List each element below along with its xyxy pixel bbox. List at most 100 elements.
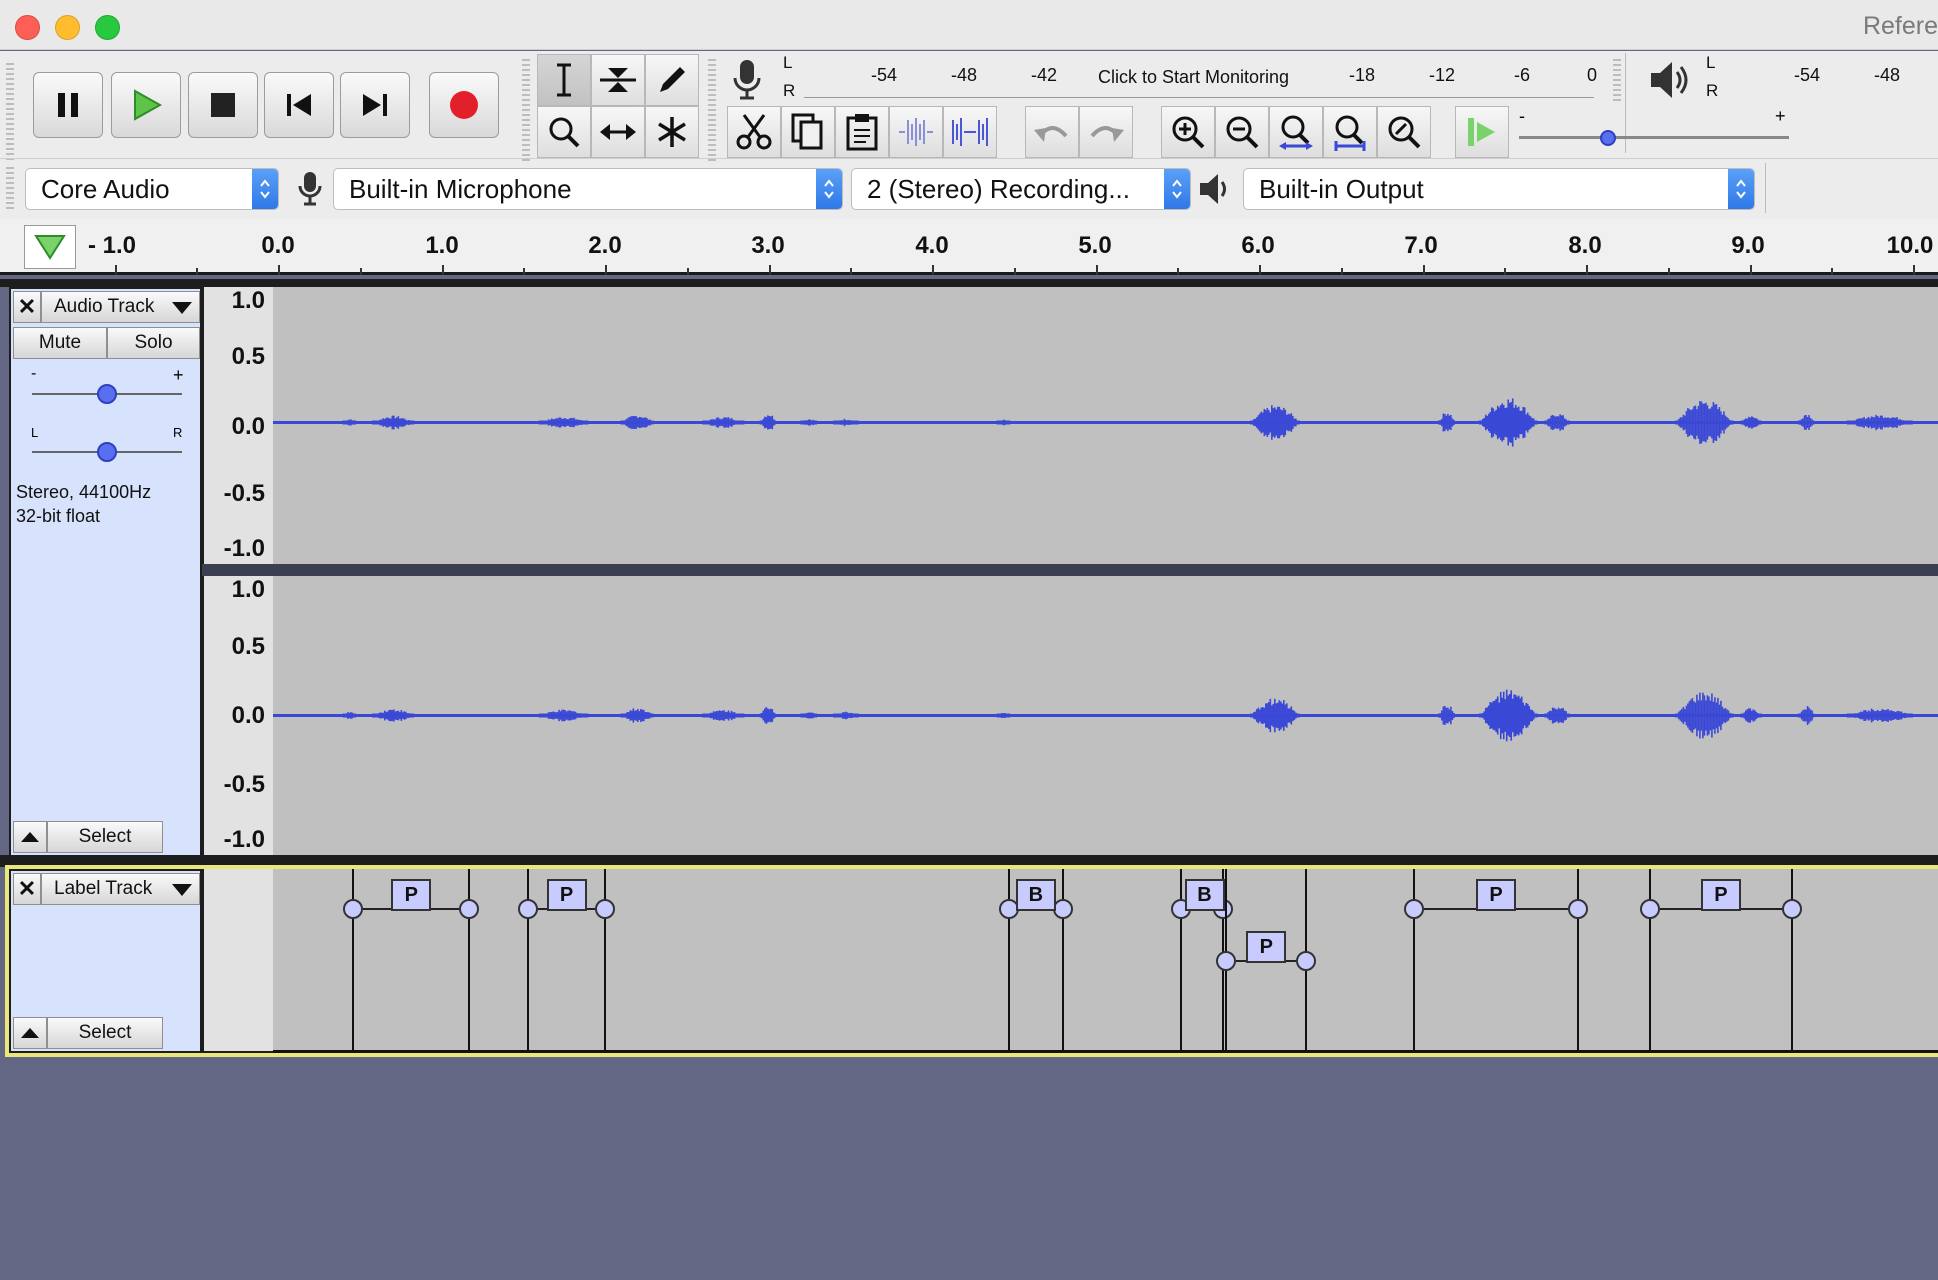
ruler-tick — [1340, 268, 1343, 275]
timeline-ruler[interactable]: - 1.0 0.0 1.0 2.0 3.0 4.0 5.0 6.0 7.0 8.… — [0, 219, 1938, 275]
track-menu-button[interactable]: Audio Track — [41, 291, 200, 323]
copy-button[interactable] — [781, 106, 835, 158]
zoom-out-button[interactable] — [1215, 106, 1269, 158]
pan-slider[interactable]: L R — [27, 425, 187, 465]
gain-slider[interactable]: - + — [27, 365, 187, 407]
meter-scale-label: -48 — [1873, 65, 1901, 85]
record-button[interactable] — [429, 72, 499, 138]
label-boundary[interactable] — [1648, 869, 1651, 1053]
playback-device-select[interactable]: Built-in Output — [1243, 168, 1755, 210]
label-handle[interactable] — [1567, 899, 1588, 919]
label-text[interactable]: P — [391, 879, 432, 911]
audio-host-value: Core Audio — [41, 173, 170, 204]
zoom-in-button[interactable] — [1161, 106, 1215, 158]
play-meter-button[interactable] — [1645, 56, 1695, 106]
label-handle[interactable] — [1404, 899, 1425, 919]
playback-speed-slider[interactable]: - + — [1515, 106, 1795, 158]
recording-device-select[interactable]: Built-in Microphone — [333, 168, 843, 210]
label-boundary[interactable] — [604, 869, 606, 1053]
ruler-label: - 1.0 — [87, 232, 137, 259]
silence-audio-button[interactable] — [943, 106, 997, 158]
label-boundary[interactable] — [468, 869, 471, 1053]
toolbar-grip[interactable] — [522, 59, 530, 164]
select-track-button[interactable]: Select — [47, 1017, 163, 1049]
slider-thumb[interactable] — [97, 442, 117, 462]
collapse-track-button[interactable] — [13, 1017, 47, 1049]
label-boundary[interactable] — [1413, 869, 1416, 1053]
cut-button[interactable] — [727, 106, 781, 158]
toolbar-grip[interactable] — [708, 59, 716, 164]
monitor-prompt[interactable]: Click to Start Monitoring — [1092, 67, 1296, 88]
collapse-track-button[interactable] — [13, 821, 47, 853]
label-track-control-panel[interactable]: ✕ Label Track Select — [9, 869, 202, 1053]
zoom-tool[interactable] — [537, 106, 591, 158]
draw-tool[interactable] — [645, 54, 699, 106]
label-handle[interactable] — [595, 899, 615, 919]
paste-button[interactable] — [835, 106, 889, 158]
label-boundary[interactable] — [352, 869, 355, 1053]
select-track-button[interactable]: Select — [47, 821, 163, 853]
fit-project-button[interactable] — [1323, 106, 1377, 158]
label-handle[interactable] — [518, 899, 539, 919]
play-meter[interactable]: -54 -48 — [1725, 51, 1938, 101]
label-text[interactable]: P — [1476, 879, 1517, 911]
audio-host-select[interactable]: Core Audio — [25, 168, 279, 210]
waveform-right-channel[interactable] — [273, 576, 1938, 855]
audio-track-control-panel[interactable]: ✕ Audio Track Mute Solo - + L R Stereo, … — [9, 287, 202, 857]
label-text[interactable]: P — [546, 879, 587, 911]
vertical-scale-right[interactable]: 1.0 0.5 0.0 -0.5 -1.0 — [202, 576, 273, 855]
label-boundary[interactable] — [1061, 869, 1064, 1053]
zoom-toggle-button[interactable] — [1377, 106, 1431, 158]
trim-audio-button[interactable] — [889, 106, 943, 158]
skip-to-start-button[interactable] — [264, 72, 334, 138]
toolbar-grip[interactable] — [6, 63, 14, 163]
solo-button[interactable]: Solo — [107, 327, 200, 359]
label-track-area[interactable]: PPBBPPP — [273, 869, 1938, 1053]
waveform-left-channel[interactable] — [273, 287, 1938, 564]
time-shift-tool[interactable] — [591, 106, 645, 158]
stop-button[interactable] — [188, 72, 258, 138]
zoom-toggle-icon — [1388, 116, 1421, 149]
minimize-window-button[interactable] — [55, 15, 80, 40]
label-handle[interactable] — [343, 899, 364, 919]
label-text[interactable]: P — [1246, 931, 1287, 963]
record-meter-button[interactable] — [723, 56, 773, 106]
envelope-tool[interactable] — [591, 54, 645, 106]
multi-tool[interactable] — [645, 106, 699, 158]
play-at-speed-button[interactable] — [1455, 106, 1509, 158]
redo-button[interactable] — [1079, 106, 1133, 158]
label-boundary[interactable] — [1179, 869, 1182, 1053]
label-text[interactable]: B — [1015, 879, 1056, 911]
selection-tool[interactable] — [537, 54, 591, 106]
label-text[interactable]: B — [1184, 879, 1225, 911]
label-handle[interactable] — [1782, 899, 1802, 919]
label-handle[interactable] — [459, 899, 480, 919]
slider-thumb[interactable] — [1600, 130, 1617, 146]
label-handle[interactable] — [1296, 951, 1317, 971]
close-track-button[interactable]: ✕ — [13, 873, 41, 905]
mute-button[interactable]: Mute — [13, 327, 107, 359]
track-menu-button[interactable]: Label Track — [41, 873, 200, 905]
pause-button[interactable] — [33, 72, 103, 138]
label-boundary[interactable] — [1007, 869, 1010, 1053]
label-boundary[interactable] — [527, 869, 530, 1053]
label-handle[interactable] — [1216, 951, 1237, 971]
close-track-button[interactable]: ✕ — [13, 291, 41, 323]
close-window-button[interactable] — [15, 15, 40, 40]
label-boundary[interactable] — [1791, 869, 1793, 1053]
gain-minus-label: - — [31, 365, 37, 382]
toolbar-grip[interactable] — [1613, 59, 1621, 104]
record-meter[interactable]: -54 -48 -42 Click to Start Monitoring -1… — [802, 51, 1602, 101]
undo-button[interactable] — [1025, 106, 1079, 158]
toolbar-grip[interactable] — [6, 167, 14, 209]
maximize-window-button[interactable] — [95, 15, 120, 40]
fit-selection-button[interactable] — [1269, 106, 1323, 158]
slider-thumb[interactable] — [97, 384, 117, 404]
recording-channels-select[interactable]: 2 (Stereo) Recording... — [851, 168, 1191, 210]
play-button[interactable] — [111, 72, 181, 138]
label-boundary[interactable] — [1576, 869, 1579, 1053]
vertical-scale-left[interactable]: 1.0 0.5 0.0 -0.5 -1.0 — [202, 287, 273, 564]
skip-to-end-button[interactable] — [340, 72, 410, 138]
label-text[interactable]: P — [1700, 879, 1741, 911]
label-handle[interactable] — [1639, 899, 1660, 919]
